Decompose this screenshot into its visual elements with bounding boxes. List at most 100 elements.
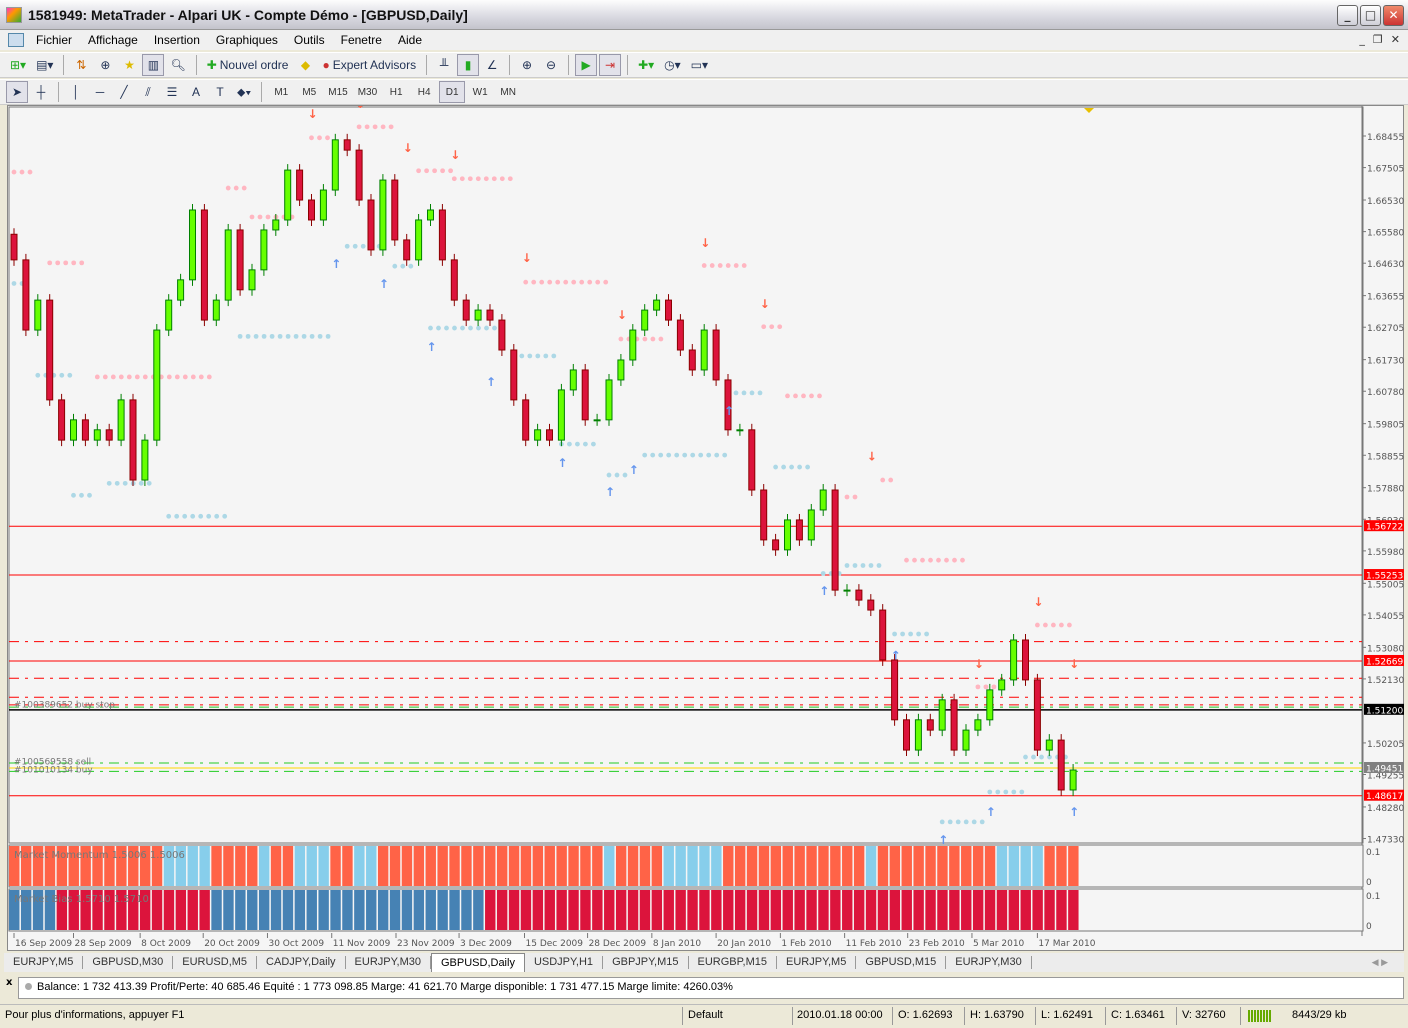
support-dot [658,452,664,458]
bear-candle [867,599,875,611]
bull-candle [784,519,791,551]
child-minimize-button[interactable]: _ [1359,33,1365,46]
menu-fichier[interactable]: Fichier [28,33,80,47]
timeframe-mn[interactable]: MN [495,81,521,103]
timeframe-m30[interactable]: M30 [354,81,381,103]
chart-tab[interactable]: EURGBP,M15 [689,956,778,969]
equidistant-channel-icon[interactable]: ⫽ [137,81,159,103]
menu-outils[interactable]: Outils [286,33,333,47]
new-chart-icon[interactable]: ⊞▾ [6,54,30,76]
metaeditor-icon[interactable]: ◆ [294,54,316,76]
indicators-icon[interactable]: ✚▾ [634,54,658,76]
momentum-bar [770,846,782,886]
bias-bar [853,890,865,930]
bias-bar [1032,890,1043,930]
support-dot [428,325,433,331]
horizontal-line-icon[interactable]: ─ [89,81,111,103]
chart-tab[interactable]: CADJPY,Daily [257,956,346,969]
timeframe-m15[interactable]: M15 [324,81,351,103]
maximize-button[interactable]: □ [1360,5,1381,26]
chart-window[interactable]: 1.68455 1.67505 1.66530 1.65580 1.64630 1.636… [7,97,1405,952]
close-button[interactable]: ✕ [1383,5,1404,26]
line-chart-icon[interactable]: ∠ [481,54,503,76]
crosshair-icon[interactable]: ┼ [30,81,52,103]
bias-bar [496,890,508,930]
market-watch-icon[interactable]: ⇅ [70,54,92,76]
timeframe-d1[interactable]: D1 [439,81,466,103]
auto-scroll-icon[interactable]: ▶ [575,54,598,76]
y-tick-label: 1.65580 [1367,229,1404,239]
menu-graphiques[interactable]: Graphiques [208,33,286,47]
data-window-icon[interactable]: ⊕ [94,54,116,76]
candlestick-chart-icon[interactable]: ▮ [457,54,480,76]
menu-fenetre[interactable]: Fenetre [333,33,390,47]
menu-aide[interactable]: Aide [390,33,430,47]
bull-candle [1010,639,1018,681]
timeframe-m1[interactable]: M1 [268,81,294,103]
chart-tab[interactable]: GBPUSD,M30 [83,956,174,969]
arrows-icon[interactable]: ⬥▾ [233,81,255,103]
menu-insertion[interactable]: Insertion [146,33,208,47]
momentum-bar [389,846,401,886]
text-icon[interactable]: A [185,81,207,103]
chart-tab[interactable]: GBPUSD,Daily [430,953,525,972]
chart-tab[interactable]: EURJPY,M30 [946,956,1032,969]
resistance-dot [448,168,453,174]
vertical-line-icon[interactable]: │ [65,81,87,103]
child-restore-button[interactable]: ❐ [1373,33,1383,46]
templates-icon[interactable]: ▭▾ [687,54,712,76]
text-label-icon[interactable]: T [209,81,231,103]
periods-icon[interactable]: ◷▾ [660,54,685,76]
momentum-bar [211,846,222,886]
bull-candle [557,389,565,441]
expert-advisors-button[interactable]: ● Expert Advisors [318,54,420,76]
chart-tab[interactable]: USDJPY,H1 [525,956,604,969]
chart-tab[interactable]: EURJPY,M5 [777,956,857,969]
chart-tab[interactable]: EURJPY,M30 [346,956,431,969]
strategy-tester-icon[interactable]: 🔍︎ [166,54,189,76]
support-dot [293,333,299,339]
status-profile[interactable]: Default [688,1009,723,1021]
bias-bar [473,890,484,930]
price-chart[interactable]: 1.68455 1.67505 1.66530 1.65580 1.64630 1.636… [8,97,1405,952]
navigator-icon[interactable]: ★ [118,54,140,76]
resistance-dot [650,336,656,342]
x-tick-label: 15 Dec 2009 [526,939,584,949]
cursor-icon[interactable]: ➤ [6,81,28,103]
support-dot [606,472,612,478]
chart-shift-icon[interactable]: ⇥ [599,54,622,76]
terminal-close-icon[interactable]: x [6,977,12,988]
down-arrow-icon: ↓ [450,148,460,162]
timeframe-m5[interactable]: M5 [296,81,322,103]
chart-tab[interactable]: EURUSD,M5 [173,956,258,969]
fibonacci-icon[interactable]: ☰ [161,81,183,103]
tab-scroll-arrows[interactable]: ◀ ▶ [1372,957,1388,968]
support-dot [947,819,953,825]
bar-chart-icon[interactable]: ╨ [433,54,455,76]
chart-tab[interactable]: GBPJPY,M15 [603,956,689,969]
child-close-button[interactable]: ✕ [1391,33,1400,46]
momentum-bar [758,846,770,886]
menu-affichage[interactable]: Affichage [80,33,146,47]
y-tick-label: 1.62705 [1367,324,1404,334]
trendline-icon[interactable]: ╱ [113,81,135,103]
timeframe-h4[interactable]: H4 [411,81,437,103]
bias-bar [401,890,413,930]
chart-tab[interactable]: EURJPY,M5 [4,956,84,969]
zoom-out-icon[interactable]: ⊖ [540,54,562,76]
resistance-dot [844,494,850,500]
minimize-button[interactable]: _ [1337,5,1358,26]
resistance-dot [225,185,231,191]
momentum-bar [651,846,663,886]
support-dot [622,472,628,478]
timeframe-h1[interactable]: H1 [383,81,409,103]
timeframe-w1[interactable]: W1 [467,81,493,103]
profiles-icon[interactable]: ▤▾ [32,54,57,76]
price-level-label: 1.51200 [1366,706,1403,716]
chart-tab[interactable]: GBPUSD,M15 [856,956,947,969]
terminal-icon[interactable]: ▥ [142,54,165,76]
resistance-dot [325,135,330,141]
zoom-in-icon[interactable]: ⊕ [516,54,538,76]
momentum-bar [723,846,734,886]
new-order-button[interactable]: ✚ Nouvel ordre [203,54,293,76]
